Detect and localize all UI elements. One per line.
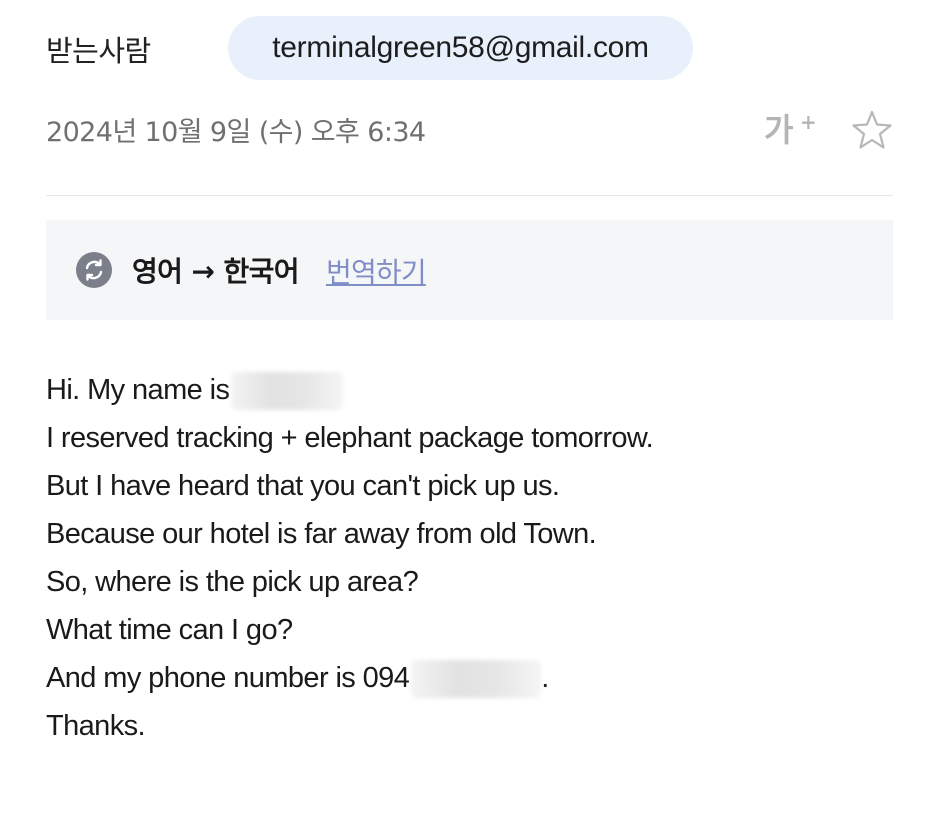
translate-languages: 영어 → 한국어 (132, 255, 300, 288)
translate-refresh-icon (76, 252, 112, 288)
message-body: Hi. My name is I reserved tracking + ele… (46, 366, 906, 750)
recipient-email-chip[interactable]: terminalgreen58@gmail.com (228, 16, 693, 80)
message-line: I reserved tracking + elephant package t… (46, 422, 654, 454)
font-size-plus: + (800, 110, 817, 134)
translate-bar: 영어 → 한국어 번역하기 (46, 220, 893, 320)
phone-text: And my phone number is 094 (46, 662, 410, 694)
star-button[interactable] (850, 108, 894, 152)
message-line: And my phone number is 094. (46, 654, 906, 702)
redacted-name (231, 372, 344, 411)
message-line: Thanks. (46, 710, 146, 742)
redacted-phone (411, 660, 542, 699)
sent-date: 2024년 10월 9일 (수) 오후 6:34 (46, 117, 426, 148)
font-size-button[interactable]: 가 + (764, 108, 820, 152)
message-line: Hi. My name is (46, 366, 906, 414)
message-line: So, where is the pick up area? (46, 566, 419, 598)
message-line: Because our hotel is far away from old T… (46, 518, 597, 550)
star-outline-icon (852, 110, 892, 149)
font-size-label: 가 (764, 111, 794, 149)
recipient-label: 받는사람 (46, 34, 151, 68)
header-divider (46, 195, 893, 196)
phone-suffix: . (541, 662, 549, 694)
message-line: What time can I go? (46, 614, 293, 646)
translate-button[interactable]: 번역하기 (326, 251, 427, 291)
greeting-text: Hi. My name is (46, 374, 230, 406)
message-line: But I have heard that you can't pick up … (46, 470, 560, 502)
